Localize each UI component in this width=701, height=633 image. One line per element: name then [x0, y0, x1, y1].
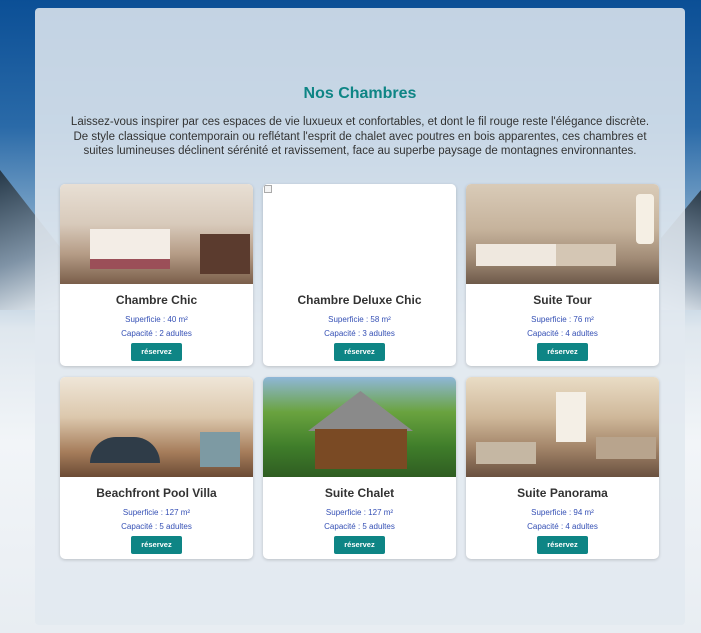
reserve-button[interactable]: réservez	[131, 343, 182, 361]
room-capacity: Capacité : 5 adultes	[121, 522, 192, 531]
room-surface: Superficie : 76 m²	[531, 315, 594, 324]
room-photo	[466, 184, 659, 284]
room-name: Suite Panorama	[517, 486, 608, 500]
room-name: Chambre Chic	[115, 293, 198, 307]
section-intro: Laissez-vous inspirer par ces espaces de…	[70, 116, 650, 157]
section-title: Nos Chambres	[303, 85, 417, 102]
room-capacity: Capacité : 2 adultes	[121, 329, 192, 338]
room-card: Chambre Chic Superficie : 40 m² Capacité…	[60, 184, 253, 366]
room-surface: Superficie : 94 m²	[531, 508, 594, 517]
reserve-button[interactable]: réservez	[537, 536, 588, 554]
room-surface: Superficie : 58 m²	[328, 315, 391, 324]
room-name: Suite Tour	[533, 293, 592, 307]
room-photo	[466, 377, 659, 477]
room-card: Suite Chalet Superficie : 127 m² Capacit…	[263, 377, 456, 559]
room-surface: Superficie : 127 m²	[325, 508, 394, 517]
room-name: Chambre Deluxe Chic	[297, 293, 422, 307]
room-surface: Superficie : 40 m²	[125, 315, 188, 324]
room-card: Suite Tour Superficie : 76 m² Capacité :…	[466, 184, 659, 366]
reserve-button[interactable]: réservez	[131, 536, 182, 554]
room-capacity: Capacité : 5 adultes	[324, 522, 395, 531]
room-name: Suite Chalet	[324, 486, 395, 500]
room-capacity: Capacité : 3 adultes	[324, 329, 395, 338]
room-photo	[60, 377, 253, 477]
room-card: Chambre Deluxe Chic Superficie : 58 m² C…	[263, 184, 456, 366]
reserve-button[interactable]: réservez	[334, 536, 385, 554]
broken-image-icon	[264, 185, 272, 193]
rooms-panel: Nos Chambres Laissez-vous inspirer par c…	[35, 8, 685, 625]
room-photo	[60, 184, 253, 284]
room-capacity: Capacité : 4 adultes	[527, 522, 598, 531]
room-capacity: Capacité : 4 adultes	[527, 329, 598, 338]
room-photo	[263, 377, 456, 477]
room-card: Beachfront Pool Villa Superficie : 127 m…	[60, 377, 253, 559]
room-photo	[263, 184, 456, 284]
reserve-button[interactable]: réservez	[537, 343, 588, 361]
room-card: Suite Panorama Superficie : 94 m² Capaci…	[466, 377, 659, 559]
room-name: Beachfront Pool Villa	[96, 486, 217, 500]
reserve-button[interactable]: réservez	[334, 343, 385, 361]
room-surface: Superficie : 127 m²	[122, 508, 191, 517]
